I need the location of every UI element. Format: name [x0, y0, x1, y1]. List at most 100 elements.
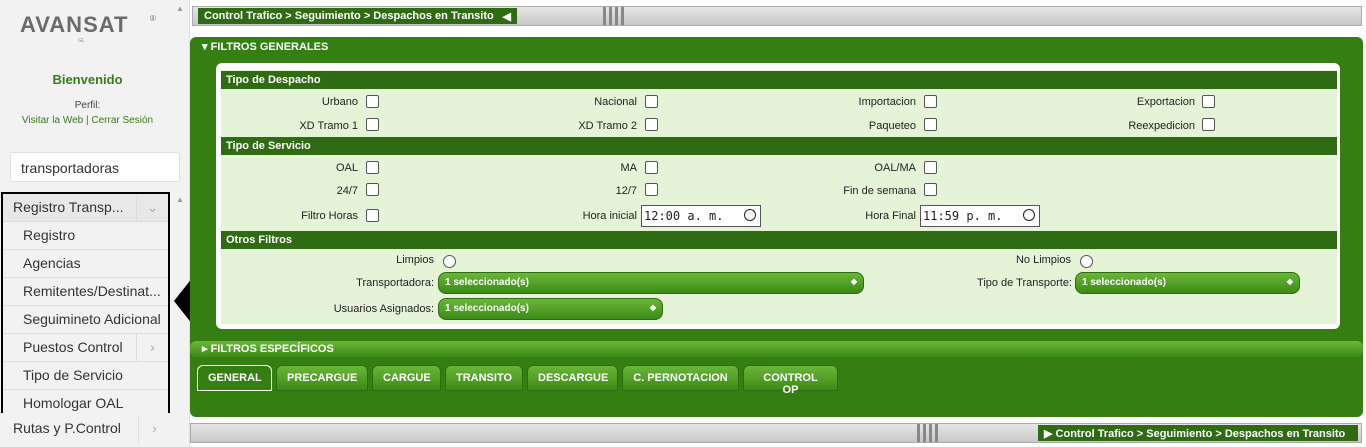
header-links: Visitar la Web | Cerrar Sesión: [0, 115, 175, 126]
expand-right-icon[interactable]: ▶: [1044, 428, 1052, 440]
radio-limpios[interactable]: [443, 255, 456, 268]
tab-transito[interactable]: TRANSITO: [445, 365, 523, 391]
hora-final-input[interactable]: 11:59 p. m.: [920, 205, 1040, 227]
checkbox-importacion[interactable]: [924, 95, 937, 108]
splitter-grip-icon[interactable]: [917, 424, 947, 444]
breadcrumb-text: Control Trafico > Seguimiento > Despacho…: [1055, 428, 1346, 440]
section-otros-filtros: Otros Filtros: [221, 231, 1337, 249]
chevron-right-icon[interactable]: ›: [136, 334, 168, 361]
label-hora-final: Hora Final: [865, 210, 916, 222]
label-limpios: Limpios: [396, 254, 434, 266]
tab-precargue[interactable]: PRECARGUE: [276, 365, 368, 391]
select-value: 1 seleccionado(s): [445, 303, 529, 314]
menu-head-label: Registro Transp...: [13, 199, 124, 215]
checkbox-12-7[interactable]: [645, 183, 658, 196]
label-xd-tramo-1: XD Tramo 1: [299, 120, 358, 132]
menu-search-input[interactable]: transportadoras: [10, 152, 180, 182]
section-tipo-despacho: Tipo de Despacho: [221, 71, 1337, 89]
scroll-up-icon[interactable]: ▲: [176, 195, 184, 204]
label-oal: OAL: [335, 162, 358, 174]
menu-item-rutas[interactable]: Rutas y P.Control ›: [3, 415, 170, 443]
checkbox-xd-tramo-2[interactable]: [645, 118, 658, 131]
breadcrumb-text: Control Trafico > Seguimiento > Despacho…: [204, 10, 494, 22]
select-value: 1 seleccionado(s): [445, 277, 529, 288]
label-xd-tramo-2: XD Tramo 2: [578, 120, 637, 132]
label-12-7: 12/7: [615, 185, 637, 197]
filtros-especificos-label: FILTROS ESPECÍFICOS: [210, 343, 334, 355]
tab-cargue[interactable]: CARGUE: [372, 365, 441, 391]
section-tipo-servicio: Tipo de Servicio: [221, 137, 1337, 155]
label-24-7: 24/7: [336, 185, 358, 197]
breadcrumb: Control Trafico > Seguimiento > Despacho…: [198, 8, 517, 24]
label-reexpedicion: Reexpedicion: [1128, 120, 1195, 132]
checkbox-24-7[interactable]: [366, 183, 379, 196]
chevron-down-icon[interactable]: ⌄: [136, 194, 168, 221]
checkbox-oal-ma[interactable]: [924, 161, 937, 174]
menu-item-tipo-servicio[interactable]: Tipo de Servicio: [3, 362, 168, 390]
submenu-frame: Registro Transp... ⌄ Registro Agencias R…: [1, 192, 170, 418]
menu-item-agencias[interactable]: Agencias: [3, 250, 168, 278]
hora-inicial-input[interactable]: 12:00 a. m.: [641, 205, 761, 227]
checkbox-xd-tramo-1[interactable]: [366, 118, 379, 131]
tipo-transporte-select[interactable]: 1 seleccionado(s) ◆: [1075, 272, 1300, 294]
checkbox-oal[interactable]: [366, 161, 379, 174]
label-tipo-transporte: Tipo de Transporte:: [977, 277, 1072, 289]
radio-no-limpios[interactable]: [1080, 255, 1093, 268]
menu-item-registro[interactable]: Registro: [3, 222, 168, 250]
checkbox-fin-semana[interactable]: [924, 183, 937, 196]
filtros-especificos-header[interactable]: ▸ FILTROS ESPECÍFICOS: [190, 341, 1363, 357]
filtros-generales-label: FILTROS GENERALES: [210, 41, 329, 53]
checkbox-exportacion[interactable]: [1202, 95, 1215, 108]
breadcrumb-bottom: ▶ Control Trafico > Seguimiento > Despac…: [1038, 425, 1358, 441]
label-ma: MA: [620, 162, 638, 174]
menu-item-label: Puestos Control: [23, 339, 123, 355]
clock-icon[interactable]: [1023, 209, 1035, 221]
checkbox-nacional[interactable]: [645, 95, 658, 108]
scroll-up-icon[interactable]: ▲: [176, 4, 184, 13]
label-transportadora: Transportadora:: [356, 277, 434, 289]
checkbox-urbano[interactable]: [366, 95, 379, 108]
registered-mark: ®: [150, 14, 156, 23]
logo-text: AVANSAT: [20, 12, 129, 37]
visit-web-link[interactable]: Visitar la Web: [22, 115, 83, 126]
tab-descargue[interactable]: DESCARGUE: [527, 365, 618, 391]
menu-item-seguimiento-adicional[interactable]: Seguimineto Adicional: [3, 306, 168, 334]
tab-general[interactable]: GENERAL: [197, 365, 272, 391]
logo-sub: GL: [78, 38, 85, 44]
select-arrow-icon: ◆: [850, 277, 857, 286]
label-exportacion: Exportacion: [1136, 96, 1195, 108]
menu-item-remitentes[interactable]: Remitentes/Destinat...: [3, 278, 168, 306]
label-filtro-horas: Filtro Horas: [301, 210, 358, 222]
label-no-limpios: No Limpios: [1015, 254, 1071, 266]
checkbox-paqueteo[interactable]: [924, 118, 937, 131]
checkbox-reexpedicion[interactable]: [1202, 118, 1215, 131]
select-arrow-icon: ◆: [649, 303, 656, 312]
tab-control-op[interactable]: CONTROL OP: [743, 365, 838, 396]
perfil-label: Perfil:: [74, 100, 101, 111]
transportadora-select[interactable]: 1 seleccionado(s) ◆: [438, 272, 864, 294]
menu-item-registro-transp[interactable]: Registro Transp... ⌄: [3, 194, 168, 222]
avansat-logo: AVANSAT ® GL: [20, 12, 160, 48]
chevron-right-icon[interactable]: ›: [138, 415, 170, 443]
menu-item-homologar-oal[interactable]: Homologar OAL: [3, 390, 168, 418]
hora-final-value: 11:59 p. m.: [923, 209, 1003, 223]
label-urbano: Urbano: [321, 96, 358, 108]
menu-item-label: Rutas y P.Control: [13, 420, 121, 436]
hora-inicial-value: 12:00 a. m.: [644, 209, 724, 223]
label-importacion: Importacion: [858, 96, 916, 108]
select-arrow-icon: ◆: [1286, 277, 1293, 286]
collapse-left-icon[interactable]: ◀: [503, 10, 511, 23]
checkbox-filtro-horas[interactable]: [366, 209, 379, 222]
filtros-generales-header[interactable]: ▾ FILTROS GENERALES: [202, 40, 328, 53]
checkbox-ma[interactable]: [645, 161, 658, 174]
label-usuarios-asignados: Usuarios Asignados:: [333, 303, 434, 315]
select-value: 1 seleccionado(s): [1082, 277, 1166, 288]
tab-c-pernotacion[interactable]: C. PERNOTACION: [622, 365, 739, 391]
clock-icon[interactable]: [744, 209, 756, 221]
menu-item-puestos-control[interactable]: Puestos Control ›: [3, 334, 168, 362]
label-hora-inicial: Hora inicial: [582, 210, 637, 222]
usuarios-asignados-select[interactable]: 1 seleccionado(s) ◆: [438, 298, 663, 320]
logout-link[interactable]: Cerrar Sesión: [91, 115, 153, 126]
splitter-grip-icon[interactable]: [603, 7, 633, 27]
link-separator: |: [86, 115, 89, 126]
